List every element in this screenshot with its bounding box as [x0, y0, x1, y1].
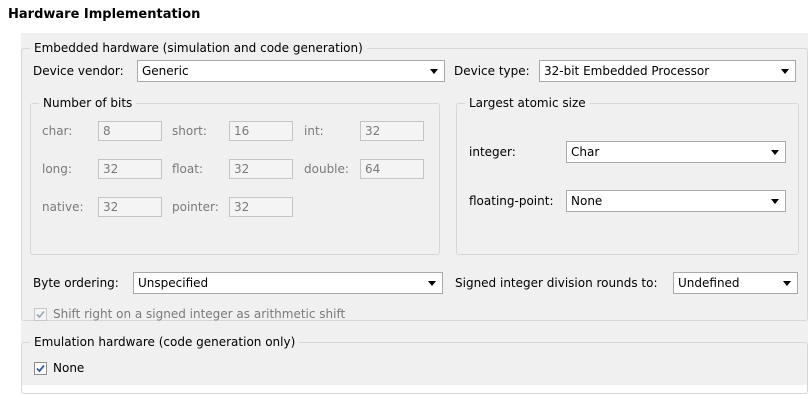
- char-bits-field[interactable]: 8: [98, 121, 162, 141]
- char-label: char:: [42, 124, 73, 138]
- embedded-hardware-group: Embedded hardware (simulation and code g…: [21, 40, 808, 321]
- native-label: native:: [42, 200, 84, 214]
- native-bits-field[interactable]: 32: [98, 197, 162, 217]
- chevron-down-icon: [783, 281, 791, 286]
- division-rounding-select[interactable]: Undefined: [673, 272, 798, 294]
- emulation-none-checkbox[interactable]: [34, 362, 47, 375]
- chevron-down-icon: [771, 150, 779, 155]
- atomic-integer-select[interactable]: Char: [566, 141, 786, 163]
- atomic-float-select[interactable]: None: [566, 190, 786, 212]
- device-type-select[interactable]: 32-bit Embedded Processor: [539, 60, 796, 82]
- emulation-hardware-group: Emulation hardware (code generation only…: [21, 334, 808, 394]
- atomic-float-label: floating-point:: [469, 194, 554, 208]
- float-label: float:: [172, 162, 204, 176]
- atomic-integer-label: integer:: [469, 145, 516, 159]
- chevron-down-icon: [771, 199, 779, 204]
- device-vendor-value: Generic: [142, 64, 189, 78]
- byte-ordering-select[interactable]: Unspecified: [133, 272, 443, 294]
- int-label: int:: [304, 124, 324, 138]
- shift-right-checkbox[interactable]: [34, 308, 47, 321]
- division-rounding-label: Signed integer division rounds to:: [455, 276, 658, 290]
- short-bits-field[interactable]: 16: [229, 121, 293, 141]
- chevron-down-icon: [781, 69, 789, 74]
- device-vendor-label: Device vendor:: [33, 64, 124, 78]
- byte-ordering-label: Byte ordering:: [33, 276, 119, 290]
- pointer-bits-field[interactable]: 32: [229, 197, 293, 217]
- short-label: short:: [172, 124, 207, 138]
- float-bits-field[interactable]: 32: [229, 159, 293, 179]
- embedded-hardware-legend: Embedded hardware (simulation and code g…: [30, 40, 367, 56]
- device-type-label: Device type:: [454, 64, 530, 78]
- checkmark-icon: [36, 310, 45, 319]
- atomic-integer-value: Char: [571, 145, 600, 159]
- long-label: long:: [42, 162, 72, 176]
- number-of-bits-group: Number of bits char: 8 short: 16 int: 32…: [30, 95, 440, 255]
- atomic-float-value: None: [571, 194, 603, 208]
- largest-atomic-size-legend: Largest atomic size: [465, 95, 590, 111]
- double-bits-field[interactable]: 64: [360, 159, 424, 179]
- checkmark-icon: [36, 364, 45, 373]
- device-type-value: 32-bit Embedded Processor: [544, 64, 710, 78]
- emulation-hardware-legend: Emulation hardware (code generation only…: [30, 334, 300, 350]
- chevron-down-icon: [430, 69, 438, 74]
- division-rounding-value: Undefined: [678, 276, 740, 290]
- chevron-down-icon: [428, 281, 436, 286]
- hardware-panel: Embedded hardware (simulation and code g…: [21, 33, 808, 394]
- device-vendor-select[interactable]: Generic: [137, 60, 445, 82]
- long-bits-field[interactable]: 32: [98, 159, 162, 179]
- int-bits-field[interactable]: 32: [360, 121, 424, 141]
- pointer-label: pointer:: [172, 200, 219, 214]
- page-title: Hardware Implementation: [8, 7, 201, 22]
- number-of-bits-legend: Number of bits: [39, 95, 137, 111]
- double-label: double:: [304, 162, 349, 176]
- byte-ordering-value: Unspecified: [138, 276, 209, 290]
- largest-atomic-size-group: Largest atomic size integer: Char floati…: [456, 95, 799, 255]
- shift-right-label: Shift right on a signed integer as arith…: [53, 307, 346, 321]
- emulation-none-label: None: [53, 361, 85, 375]
